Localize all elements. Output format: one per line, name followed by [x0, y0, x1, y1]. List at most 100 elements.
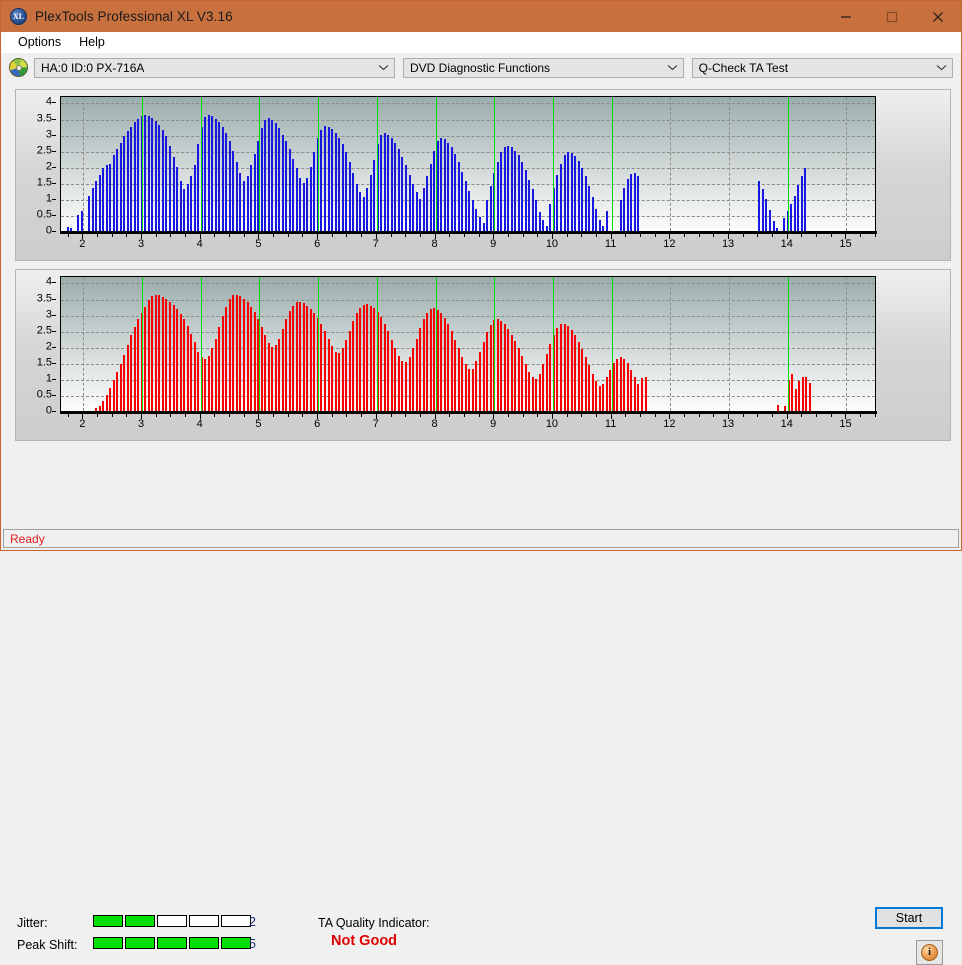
chart-bar: [765, 198, 767, 231]
chart-bar: [479, 351, 481, 411]
minimize-icon[interactable]: [823, 1, 869, 32]
x-axis-tick-mark: [757, 234, 758, 237]
test-select-value: Q-Check TA Test: [698, 60, 789, 75]
chart-bar: [275, 123, 277, 231]
y-axis-tick-mark: [52, 298, 56, 300]
y-axis-tick-mark: [52, 282, 56, 284]
chart-bar: [472, 200, 474, 231]
y-axis-tick-mark: [52, 394, 56, 396]
chart-bar: [370, 174, 372, 231]
chart-bar: [585, 176, 587, 231]
chart-bar: [574, 335, 576, 411]
chart-bar: [180, 181, 182, 231]
chart-bar: [356, 184, 358, 231]
maximize-icon[interactable]: [869, 1, 915, 32]
chart-bar: [165, 136, 167, 231]
track-marker: [436, 97, 437, 231]
chart-bar: [373, 160, 375, 231]
chart-bar: [116, 372, 118, 411]
chevron-down-icon: [667, 59, 678, 77]
test-select[interactable]: Q-Check TA Test: [691, 57, 953, 78]
x-axis-tick-mark: [464, 414, 465, 417]
chart-bar: [627, 363, 629, 411]
chart-bar: [313, 152, 315, 231]
x-axis-tick-mark: [288, 234, 289, 237]
x-axis-tick-mark: [801, 234, 802, 237]
chart-bar: [285, 141, 287, 231]
chart-bar: [116, 149, 118, 231]
function-select[interactable]: DVD Diagnostic Functions: [403, 57, 684, 78]
x-axis-tick-mark: [860, 234, 861, 237]
track-marker: [318, 277, 319, 411]
chart-bar: [475, 361, 477, 411]
ta-chart-lower: 0 0.5 1 1.5 2 2.5 3 3.5 4 2 3 4 5 6 7 8 9 10 11 12 13 14 15: [15, 269, 951, 441]
chart-bar: [514, 150, 516, 231]
status-text: Ready: [10, 531, 45, 546]
chart-bar: [465, 364, 467, 411]
x-axis-tick-mark: [346, 414, 347, 417]
close-icon[interactable]: [915, 1, 961, 32]
chart-bar: [645, 377, 647, 411]
chart-bar: [303, 182, 305, 231]
chart-bar: [92, 187, 94, 231]
x-axis-tick-mark: [479, 234, 480, 237]
x-axis-tick-mark: [699, 414, 700, 417]
x-axis-tick-mark: [126, 234, 127, 237]
chart-bar: [165, 299, 167, 411]
chart-bar: [549, 343, 551, 411]
x-axis-tick-mark: [214, 234, 215, 237]
menu-item-help[interactable]: Help: [70, 32, 114, 53]
chart-bar: [528, 371, 530, 411]
chart-bar: [595, 208, 597, 231]
chart-bar: [373, 308, 375, 411]
chart-bar: [486, 332, 488, 411]
y-axis-tick-mark: [52, 166, 56, 168]
y-axis-tick-mark: [52, 102, 56, 104]
chart-bar: [394, 142, 396, 231]
function-select-value: DVD Diagnostic Functions: [410, 60, 551, 75]
chart-bar: [208, 114, 210, 231]
menu-item-options[interactable]: Options: [9, 32, 70, 53]
x-axis-tick-mark: [391, 234, 392, 237]
chart-bar: [342, 348, 344, 411]
x-axis-tick-mark: [831, 234, 832, 237]
x-axis-tick-label: 15: [839, 418, 852, 430]
chart-bar: [151, 295, 153, 411]
chart-bar: [444, 317, 446, 411]
chart-bar: [380, 134, 382, 231]
chart-bar: [532, 377, 534, 411]
chart-bar: [370, 305, 372, 411]
chart-bar: [222, 316, 224, 411]
chart-bar: [627, 178, 629, 231]
chart-bar: [791, 374, 793, 411]
status-bar: Ready: [3, 529, 959, 548]
x-axis-tick-mark: [875, 414, 876, 417]
chart-bar: [173, 157, 175, 231]
chart-bar: [345, 152, 347, 231]
chart-bar: [802, 377, 804, 411]
x-axis-tick-mark: [772, 414, 773, 417]
track-marker: [612, 277, 613, 411]
x-axis-tick-mark: [112, 234, 113, 237]
chart-bar: [204, 358, 206, 411]
chart-bar: [352, 321, 354, 411]
track-marker: [142, 97, 143, 231]
chart-bar: [296, 168, 298, 231]
chart-bar: [278, 338, 280, 411]
chart-bar: [630, 369, 632, 411]
meter-segment: [221, 937, 251, 949]
chart-bar: [805, 377, 807, 411]
x-axis-tick-label: 3: [137, 418, 145, 430]
chart-bar: [158, 124, 160, 231]
window-controls: [823, 1, 961, 32]
info-button[interactable]: i: [916, 940, 943, 965]
start-button[interactable]: Start: [875, 907, 943, 929]
chart-bar: [289, 311, 291, 411]
gridline-horizontal: [61, 119, 875, 121]
meter-segment: [93, 937, 123, 949]
chart-bar: [356, 312, 358, 411]
y-axis-tick-label: 3.5: [36, 292, 52, 304]
drive-select[interactable]: HA:0 ID:0 PX-716A: [34, 57, 395, 78]
jitter-meter: [93, 915, 251, 927]
chart-bar: [595, 381, 597, 411]
